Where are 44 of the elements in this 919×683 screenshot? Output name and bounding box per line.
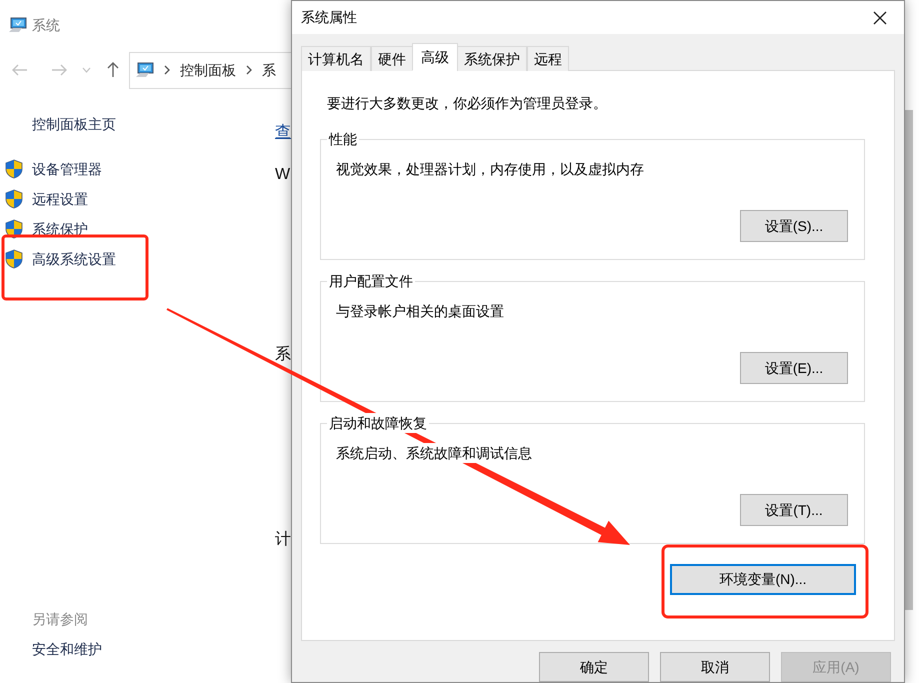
breadcrumb-item[interactable]: 控制面板 — [180, 60, 236, 80]
settings-button[interactable]: 设置(S)... — [740, 210, 848, 242]
shield-icon — [5, 249, 23, 269]
tab[interactable]: 计算机名 — [301, 46, 371, 71]
computer-icon — [135, 62, 155, 78]
sidebar-link[interactable]: 设备管理器 — [32, 158, 102, 180]
info-text: 要进行大多数更改，你必须作为管理员登录。 — [327, 94, 607, 113]
sidebar-link[interactable]: 高级系统设置 — [32, 248, 116, 270]
settings-button[interactable]: 设置(T)... — [740, 494, 848, 526]
dialog-button[interactable]: 取消 — [660, 652, 770, 682]
window-title: 系统 — [32, 16, 60, 34]
tab[interactable]: 硬件 — [371, 46, 413, 71]
group-description: 系统启动、系统故障和调试信息 — [336, 443, 532, 463]
sidebar-link[interactable]: 远程设置 — [32, 188, 88, 210]
group-title: 用户配置文件 — [327, 271, 415, 291]
settings-button[interactable]: 设置(E)... — [740, 352, 848, 384]
dropdown-icon[interactable] — [82, 67, 91, 73]
sidebar-link[interactable]: 安全和维护 — [32, 639, 102, 659]
environment-variables-button[interactable]: 环境变量(N)... — [670, 564, 856, 595]
content-text: 计 — [275, 530, 291, 550]
content-text: W — [275, 165, 290, 185]
chevron-icon — [245, 64, 253, 76]
computer-icon — [8, 16, 28, 34]
group-description: 与登录帐户相关的桌面设置 — [336, 301, 504, 321]
chevron-icon — [163, 64, 171, 76]
tab[interactable]: 远程 — [527, 46, 569, 71]
dialog-title: 系统属性 — [301, 8, 357, 27]
section-heading: 另请参阅 — [32, 610, 88, 629]
content-link[interactable]: 查 — [275, 123, 291, 143]
shield-icon — [5, 159, 23, 179]
group-description: 视觉效果，处理器计划，内存使用，以及虚拟内存 — [336, 159, 644, 179]
content-text: 系 — [275, 345, 291, 365]
tab[interactable]: 高级 — [412, 43, 458, 71]
group-title: 启动和故障恢复 — [327, 413, 429, 433]
shield-icon — [5, 189, 23, 209]
back-icon[interactable] — [12, 64, 28, 76]
up-icon[interactable] — [107, 62, 119, 78]
shield-icon — [5, 219, 23, 239]
tab[interactable]: 系统保护 — [457, 46, 527, 71]
dialog-button[interactable]: 确定 — [539, 652, 649, 682]
scrollbar[interactable] — [905, 110, 913, 610]
breadcrumb-item[interactable]: 系 — [262, 60, 276, 80]
sidebar-link[interactable]: 控制面板主页 — [32, 114, 116, 134]
forward-icon[interactable] — [51, 64, 67, 76]
